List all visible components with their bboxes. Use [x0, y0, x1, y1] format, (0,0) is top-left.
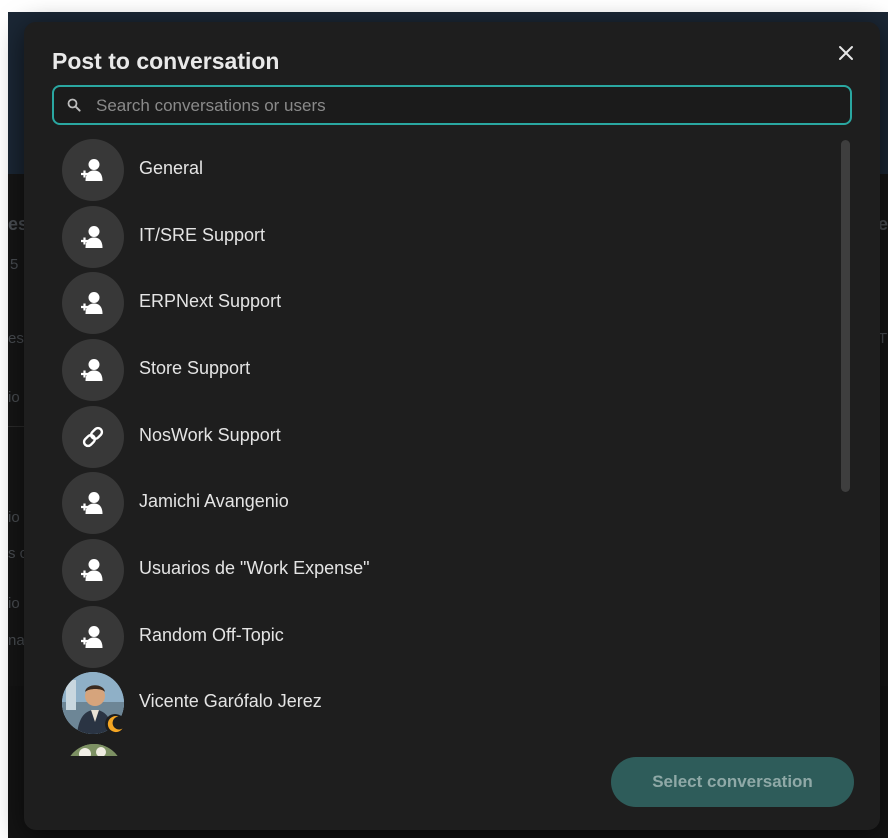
group-icon	[81, 159, 103, 181]
conversation-label: Jamichi Avangenio	[139, 491, 289, 511]
modal-title: Post to conversation	[52, 48, 280, 74]
conversation-label: Usuarios de "Work Expense"	[139, 558, 370, 578]
group-icon	[81, 492, 103, 514]
background-text: io	[8, 509, 20, 526]
background-divider	[8, 426, 24, 427]
conversation-item-vicente-garofalo-jerez[interactable]: Vicente Garófalo Jerez	[24, 669, 844, 735]
conversation-avatar	[62, 539, 124, 601]
flower-photo-icon	[65, 744, 123, 756]
post-to-conversation-modal: Post to conversation General	[24, 22, 880, 830]
conversation-label: NosWork Support	[139, 425, 281, 445]
link-icon	[82, 426, 104, 448]
conversation-avatar	[62, 206, 124, 268]
conversation-item-jamichi-avangenio[interactable]: Jamichi Avangenio	[24, 469, 844, 535]
away-moon-icon	[105, 714, 125, 734]
conversation-avatar	[62, 339, 124, 401]
background-text: io	[8, 389, 20, 406]
group-icon	[81, 359, 103, 381]
background-text: 5	[10, 256, 19, 273]
conversation-label: General	[139, 158, 204, 178]
conversation-avatar	[62, 472, 124, 534]
group-icon	[81, 626, 103, 648]
conversation-item-erpnext-support[interactable]: ERPNext Support	[24, 269, 844, 335]
conversation-label: IT/SRE Support	[139, 225, 266, 245]
conversation-label: Random Off-Topic	[139, 625, 284, 645]
search-input[interactable]	[94, 87, 838, 125]
conversation-item-noswork-support[interactable]: NosWork Support	[24, 403, 844, 469]
search-icon	[67, 98, 81, 112]
conversation-label: ERPNext Support	[139, 291, 282, 311]
group-icon	[81, 226, 103, 248]
conversation-item-usuarios-work-expense[interactable]: Usuarios de "Work Expense"	[24, 536, 844, 602]
conversation-item-it-sre-support[interactable]: IT/SRE Support	[24, 203, 844, 269]
conversation-avatar	[62, 272, 124, 334]
close-button[interactable]	[829, 36, 863, 70]
conversation-avatar	[62, 406, 124, 468]
select-conversation-button[interactable]: Select conversation	[611, 757, 854, 807]
background-text: na	[8, 632, 25, 649]
group-icon	[81, 292, 103, 314]
search-box[interactable]	[52, 85, 852, 125]
conversation-list: General IT/SRE Support ERPNext Support S…	[24, 136, 844, 756]
conversation-avatar	[62, 139, 124, 201]
conversation-label: Vicente Garófalo Jerez	[139, 691, 322, 711]
conversation-item-general[interactable]: General	[24, 136, 844, 202]
background-text: io	[8, 595, 20, 612]
group-icon	[81, 559, 103, 581]
partial-user-avatar	[65, 744, 123, 756]
conversation-item-store-support[interactable]: Store Support	[24, 336, 844, 402]
background-text: es	[8, 330, 24, 347]
conversation-item-random-off-topic[interactable]: Random Off-Topic	[24, 603, 844, 669]
list-scrollbar[interactable]	[841, 140, 850, 492]
close-icon	[839, 46, 853, 60]
conversation-avatar	[62, 606, 124, 668]
conversation-label: Store Support	[139, 358, 251, 378]
